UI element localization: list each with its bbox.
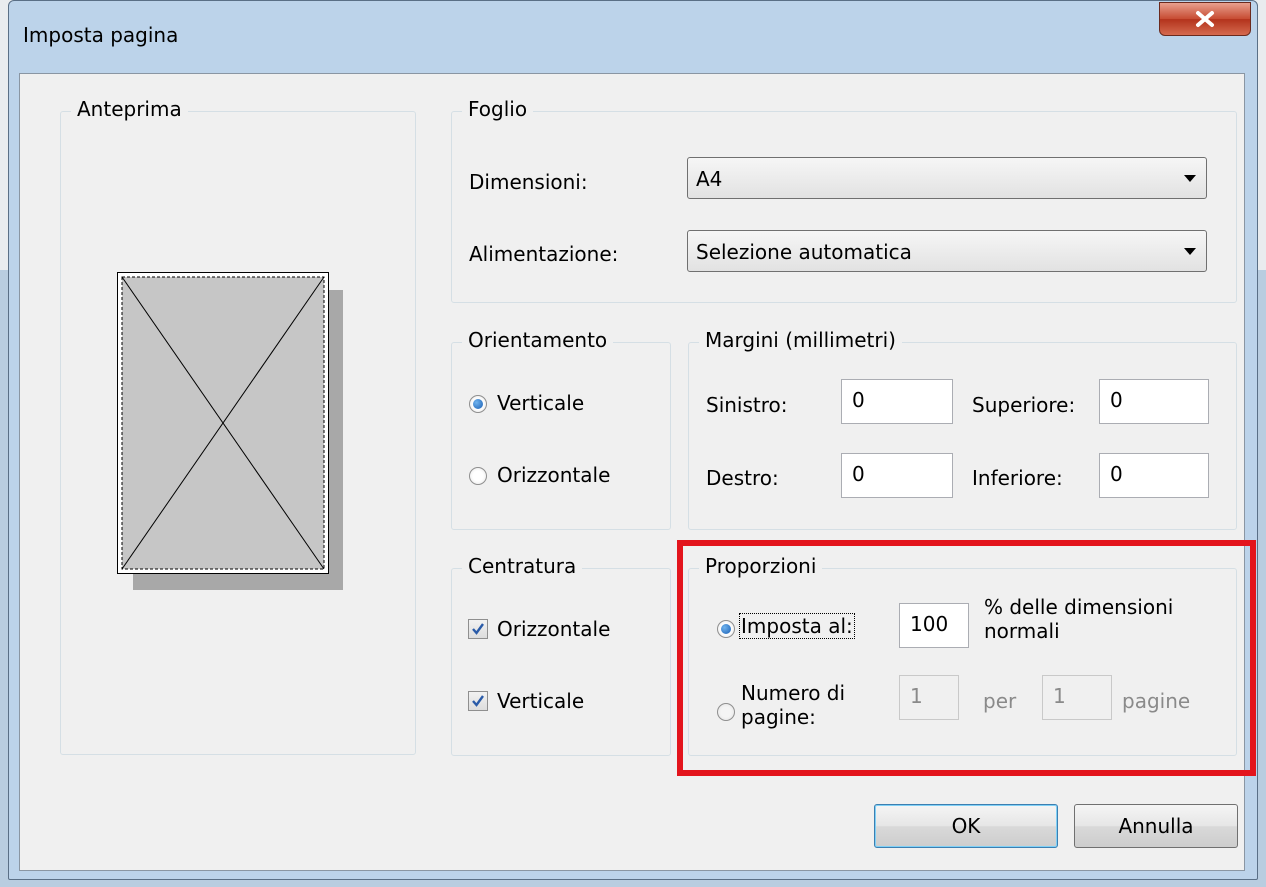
window-title: Imposta pagina <box>23 23 179 47</box>
center-vertical-checkbox[interactable] <box>468 691 488 711</box>
center-horizontal-label[interactable]: Orizzontale <box>497 617 610 641</box>
dialog-client-area: Anteprima Foglio Dimensioni: A4 Alimenta… <box>19 73 1256 871</box>
title-bar[interactable]: Imposta pagina <box>9 1 1257 73</box>
checkmark-icon <box>472 623 484 635</box>
landscape-label[interactable]: Orizzontale <box>497 463 610 487</box>
checkmark-icon <box>472 695 484 707</box>
ok-button[interactable]: OK <box>874 804 1058 848</box>
source-dropdown[interactable]: Selezione automatica <box>687 230 1207 272</box>
top-margin-input[interactable]: 0 <box>1099 379 1209 424</box>
left-margin-input[interactable]: 0 <box>841 379 953 424</box>
left-margin-label: Sinistro: <box>706 393 788 417</box>
centering-group: Centratura Orizzontale Verticale <box>451 554 671 756</box>
size-label: Dimensioni: <box>469 170 588 194</box>
cancel-button[interactable]: Annulla <box>1074 804 1238 848</box>
margins-group: Margini (millimetri) Sinistro: 0 Superio… <box>688 328 1237 530</box>
source-dropdown-value: Selezione automatica <box>696 240 912 264</box>
sheet-group: Foglio Dimensioni: A4 Alimentazione: Sel… <box>451 97 1237 303</box>
bottom-margin-label: Inferiore: <box>972 466 1063 490</box>
chevron-down-icon <box>1184 248 1196 255</box>
left-margin-value: 0 <box>852 388 865 412</box>
preview-page-content <box>121 276 325 570</box>
centering-legend: Centratura <box>462 554 583 578</box>
right-margin-value: 0 <box>852 462 865 486</box>
right-margin-label: Destro: <box>706 466 779 490</box>
top-margin-label: Superiore: <box>972 393 1076 417</box>
preview-page <box>117 272 329 574</box>
bottom-margin-value: 0 <box>1110 462 1123 486</box>
source-label: Alimentazione: <box>469 242 619 266</box>
size-dropdown[interactable]: A4 <box>687 157 1207 199</box>
bottom-margin-input[interactable]: 0 <box>1099 453 1209 498</box>
top-margin-value: 0 <box>1110 388 1123 412</box>
center-horizontal-checkbox[interactable] <box>468 619 488 639</box>
portrait-radio[interactable] <box>469 395 487 413</box>
orientation-group: Orientamento Verticale Orizzontale <box>451 328 671 530</box>
center-vertical-label[interactable]: Verticale <box>497 689 584 713</box>
preview-legend: Anteprima <box>71 97 188 121</box>
chevron-down-icon <box>1184 175 1196 182</box>
landscape-radio[interactable] <box>469 467 487 485</box>
orientation-legend: Orientamento <box>462 328 614 352</box>
margins-legend: Margini (millimetri) <box>699 328 902 352</box>
close-icon <box>1196 11 1214 27</box>
scaling-highlight-box <box>677 540 1256 776</box>
preview-group: Anteprima <box>60 97 416 755</box>
sheet-legend: Foglio <box>462 97 534 121</box>
right-margin-input[interactable]: 0 <box>841 453 953 498</box>
close-button[interactable] <box>1159 2 1251 36</box>
size-dropdown-value: A4 <box>696 167 723 191</box>
page-setup-dialog: Imposta pagina Anteprima Foglio Dimensio… <box>8 0 1258 880</box>
portrait-label[interactable]: Verticale <box>497 391 584 415</box>
